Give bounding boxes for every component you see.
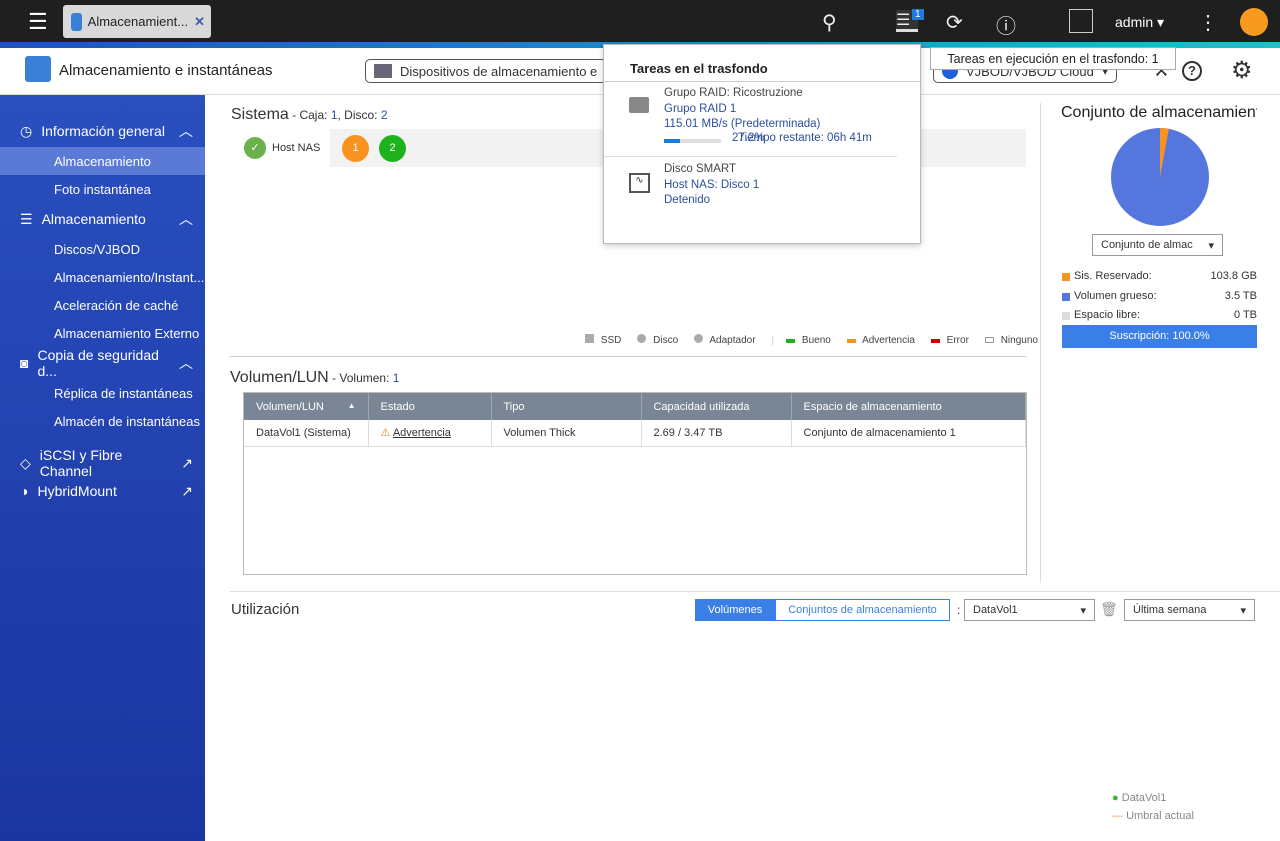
sidebar-item-vault[interactable]: Almacén de instantáneas bbox=[0, 407, 205, 435]
cell-volume: DataVol1 (Sistema) bbox=[244, 420, 369, 447]
iscsi-icon: ◇ bbox=[20, 454, 31, 471]
system-legend: SSD Disco Adaptador | Bueno Advertencia … bbox=[585, 334, 1046, 346]
help-icon[interactable]: ? bbox=[1182, 61, 1202, 81]
status-link[interactable]: Advertencia bbox=[393, 427, 451, 439]
col-status[interactable]: Estado bbox=[368, 393, 492, 420]
tasks-badge: 1 bbox=[912, 9, 924, 20]
col-volume[interactable]: Volumen/LUN ▲ bbox=[244, 393, 369, 420]
background-tasks-popup: Tareas en el trasfondo Grupo RAID: Ricos… bbox=[603, 44, 921, 244]
menu-icon[interactable]: ☰ bbox=[28, 9, 48, 35]
user-avatar-icon[interactable] bbox=[1069, 9, 1093, 33]
sidebar-item-cache[interactable]: Aceleración de caché bbox=[0, 291, 205, 319]
trash-icon[interactable]: 🗑 bbox=[1100, 601, 1118, 618]
top-bar: ☰ Almacenamient... ✕ ⚲ ☰ 1 ⟳ ⓘ admin ▾ ⋮ bbox=[0, 0, 1280, 42]
sidebar: ◷ Información general ︿ Almacenamiento Fot… bbox=[0, 95, 205, 841]
camera-icon: ◙ bbox=[20, 355, 29, 371]
tasks-tooltip: Tareas en ejecución en el trasfondo: 1 bbox=[930, 47, 1176, 70]
volume-table: Volumen/LUN ▲ Estado Tipo Capacidad util… bbox=[244, 393, 1026, 447]
app-logo-icon bbox=[25, 56, 51, 82]
sidebar-item-disks[interactable]: Discos/VJBOD bbox=[0, 235, 205, 263]
task-remaining: Tiempo restante: 06h 41m bbox=[738, 132, 872, 144]
device-select[interactable]: Dispositivos de almacenamiento e bbox=[365, 59, 615, 83]
hybridmount-icon: ◑ bbox=[20, 483, 29, 499]
dashboard-icon: ◷ bbox=[20, 122, 33, 139]
hdd-icon bbox=[629, 97, 649, 113]
dashboard-icon[interactable] bbox=[1240, 8, 1268, 36]
user-menu[interactable]: admin ▾ bbox=[1115, 14, 1164, 31]
pool-title: Conjunto de almacenamiento bbox=[1061, 104, 1257, 121]
tab-volumes[interactable]: Volúmenes bbox=[695, 599, 775, 621]
sidebar-item-replica[interactable]: Réplica de instantáneas bbox=[0, 379, 205, 407]
task-raid-rebuild[interactable]: Grupo RAID: Ricostruzione Grupo RAID 1 1… bbox=[604, 85, 920, 157]
pool-pie-chart bbox=[1111, 128, 1209, 226]
storage-app-icon bbox=[71, 12, 82, 31]
task-smart[interactable]: ∿ Disco SMART Host NAS: Disco 1 Detenido bbox=[604, 162, 920, 222]
app-tab-label: Almacenamient... bbox=[87, 14, 189, 29]
sidebar-section-backup[interactable]: ◙ Copia de seguridad d... ︿ bbox=[0, 347, 205, 379]
search-icon[interactable]: ⚲ bbox=[822, 10, 837, 35]
utilization-title: Utilización bbox=[231, 601, 300, 618]
sidebar-item-external[interactable]: Almacenamiento Externo bbox=[0, 319, 205, 347]
pool-legend: Sis. Reservado: 103.8 GB Volumen grueso: 3… bbox=[1062, 267, 1257, 326]
cell-status: ⚠ Advertencia bbox=[368, 420, 492, 447]
settings-icon[interactable]: ⚙ bbox=[1231, 56, 1253, 85]
system-title: Sistema - Caja: 1, Disco: 2 bbox=[231, 106, 388, 123]
subscription-bar: Suscripción: 100.0% bbox=[1062, 325, 1257, 348]
raid-icon bbox=[374, 64, 392, 78]
external-link-icon: ↗ bbox=[181, 482, 193, 499]
pool-select[interactable]: Conjunto de almac ▾ bbox=[1092, 234, 1223, 256]
disk-slot-2[interactable]: 2 bbox=[379, 135, 406, 162]
utilization-legend: ● DataVol1 — Umbral actual bbox=[1112, 792, 1194, 822]
smart-icon: ∿ bbox=[629, 173, 650, 193]
vertical-divider bbox=[1040, 103, 1041, 583]
warning-icon: ⚠ bbox=[380, 427, 391, 440]
sync-icon[interactable]: ⟳ bbox=[946, 10, 963, 35]
volume-select[interactable]: DataVol1 ▾ bbox=[964, 599, 1095, 621]
table-row[interactable]: DataVol1 (Sistema) ⚠ Advertencia Volumen… bbox=[244, 420, 1026, 447]
separator: : bbox=[957, 603, 961, 617]
col-capacity[interactable]: Capacidad utilizada bbox=[641, 393, 792, 420]
sidebar-section-overview[interactable]: ◷ Información general ︿ bbox=[0, 115, 205, 147]
divider bbox=[230, 356, 1026, 357]
disk-slot-1[interactable]: 1 bbox=[342, 135, 369, 162]
more-icon[interactable]: ⋮ bbox=[1198, 10, 1218, 35]
tab-pools[interactable]: Conjuntos de almacenamiento bbox=[775, 599, 950, 621]
sidebar-section-storage[interactable]: ☰ Almacenamiento ︿ bbox=[0, 203, 205, 235]
info-icon[interactable]: ⓘ bbox=[996, 10, 1016, 39]
sidebar-item-snapshot[interactable]: Foto instantánea bbox=[0, 175, 205, 203]
volume-title: Volumen/LUN - Volumen: 1 bbox=[230, 369, 400, 386]
cell-pool: Conjunto de almacenamiento 1 bbox=[791, 420, 1026, 447]
volume-table-box: Volumen/LUN ▲ Estado Tipo Capacidad util… bbox=[243, 392, 1027, 575]
sidebar-item-storage-snapshots[interactable]: Almacenamiento/Instant... bbox=[0, 263, 205, 291]
host-nas[interactable]: ✓ Host NAS bbox=[244, 137, 320, 159]
sidebar-item-hybridmount[interactable]: ◑ HybridMount ↗ bbox=[0, 475, 205, 507]
col-type[interactable]: Tipo bbox=[491, 393, 642, 420]
cell-type: Volumen Thick bbox=[491, 420, 642, 447]
task-progress-bar bbox=[664, 139, 721, 143]
app-title: Almacenamiento e instantáneas bbox=[59, 62, 273, 79]
col-pool[interactable]: Espacio de almacenamiento bbox=[791, 393, 1026, 420]
sidebar-item-storage[interactable]: Almacenamiento bbox=[0, 147, 205, 175]
app-tab[interactable]: Almacenamient... ✕ bbox=[63, 5, 211, 38]
divider bbox=[230, 591, 1280, 592]
period-select[interactable]: Última semana ▾ bbox=[1124, 599, 1255, 621]
check-icon: ✓ bbox=[244, 137, 266, 159]
external-link-icon: ↗ bbox=[181, 454, 193, 471]
popup-title: Tareas en el trasfondo bbox=[630, 61, 768, 76]
cell-capacity: 2.69 / 3.47 TB bbox=[641, 420, 792, 447]
database-icon: ☰ bbox=[20, 210, 33, 227]
close-icon[interactable]: ✕ bbox=[194, 14, 205, 30]
